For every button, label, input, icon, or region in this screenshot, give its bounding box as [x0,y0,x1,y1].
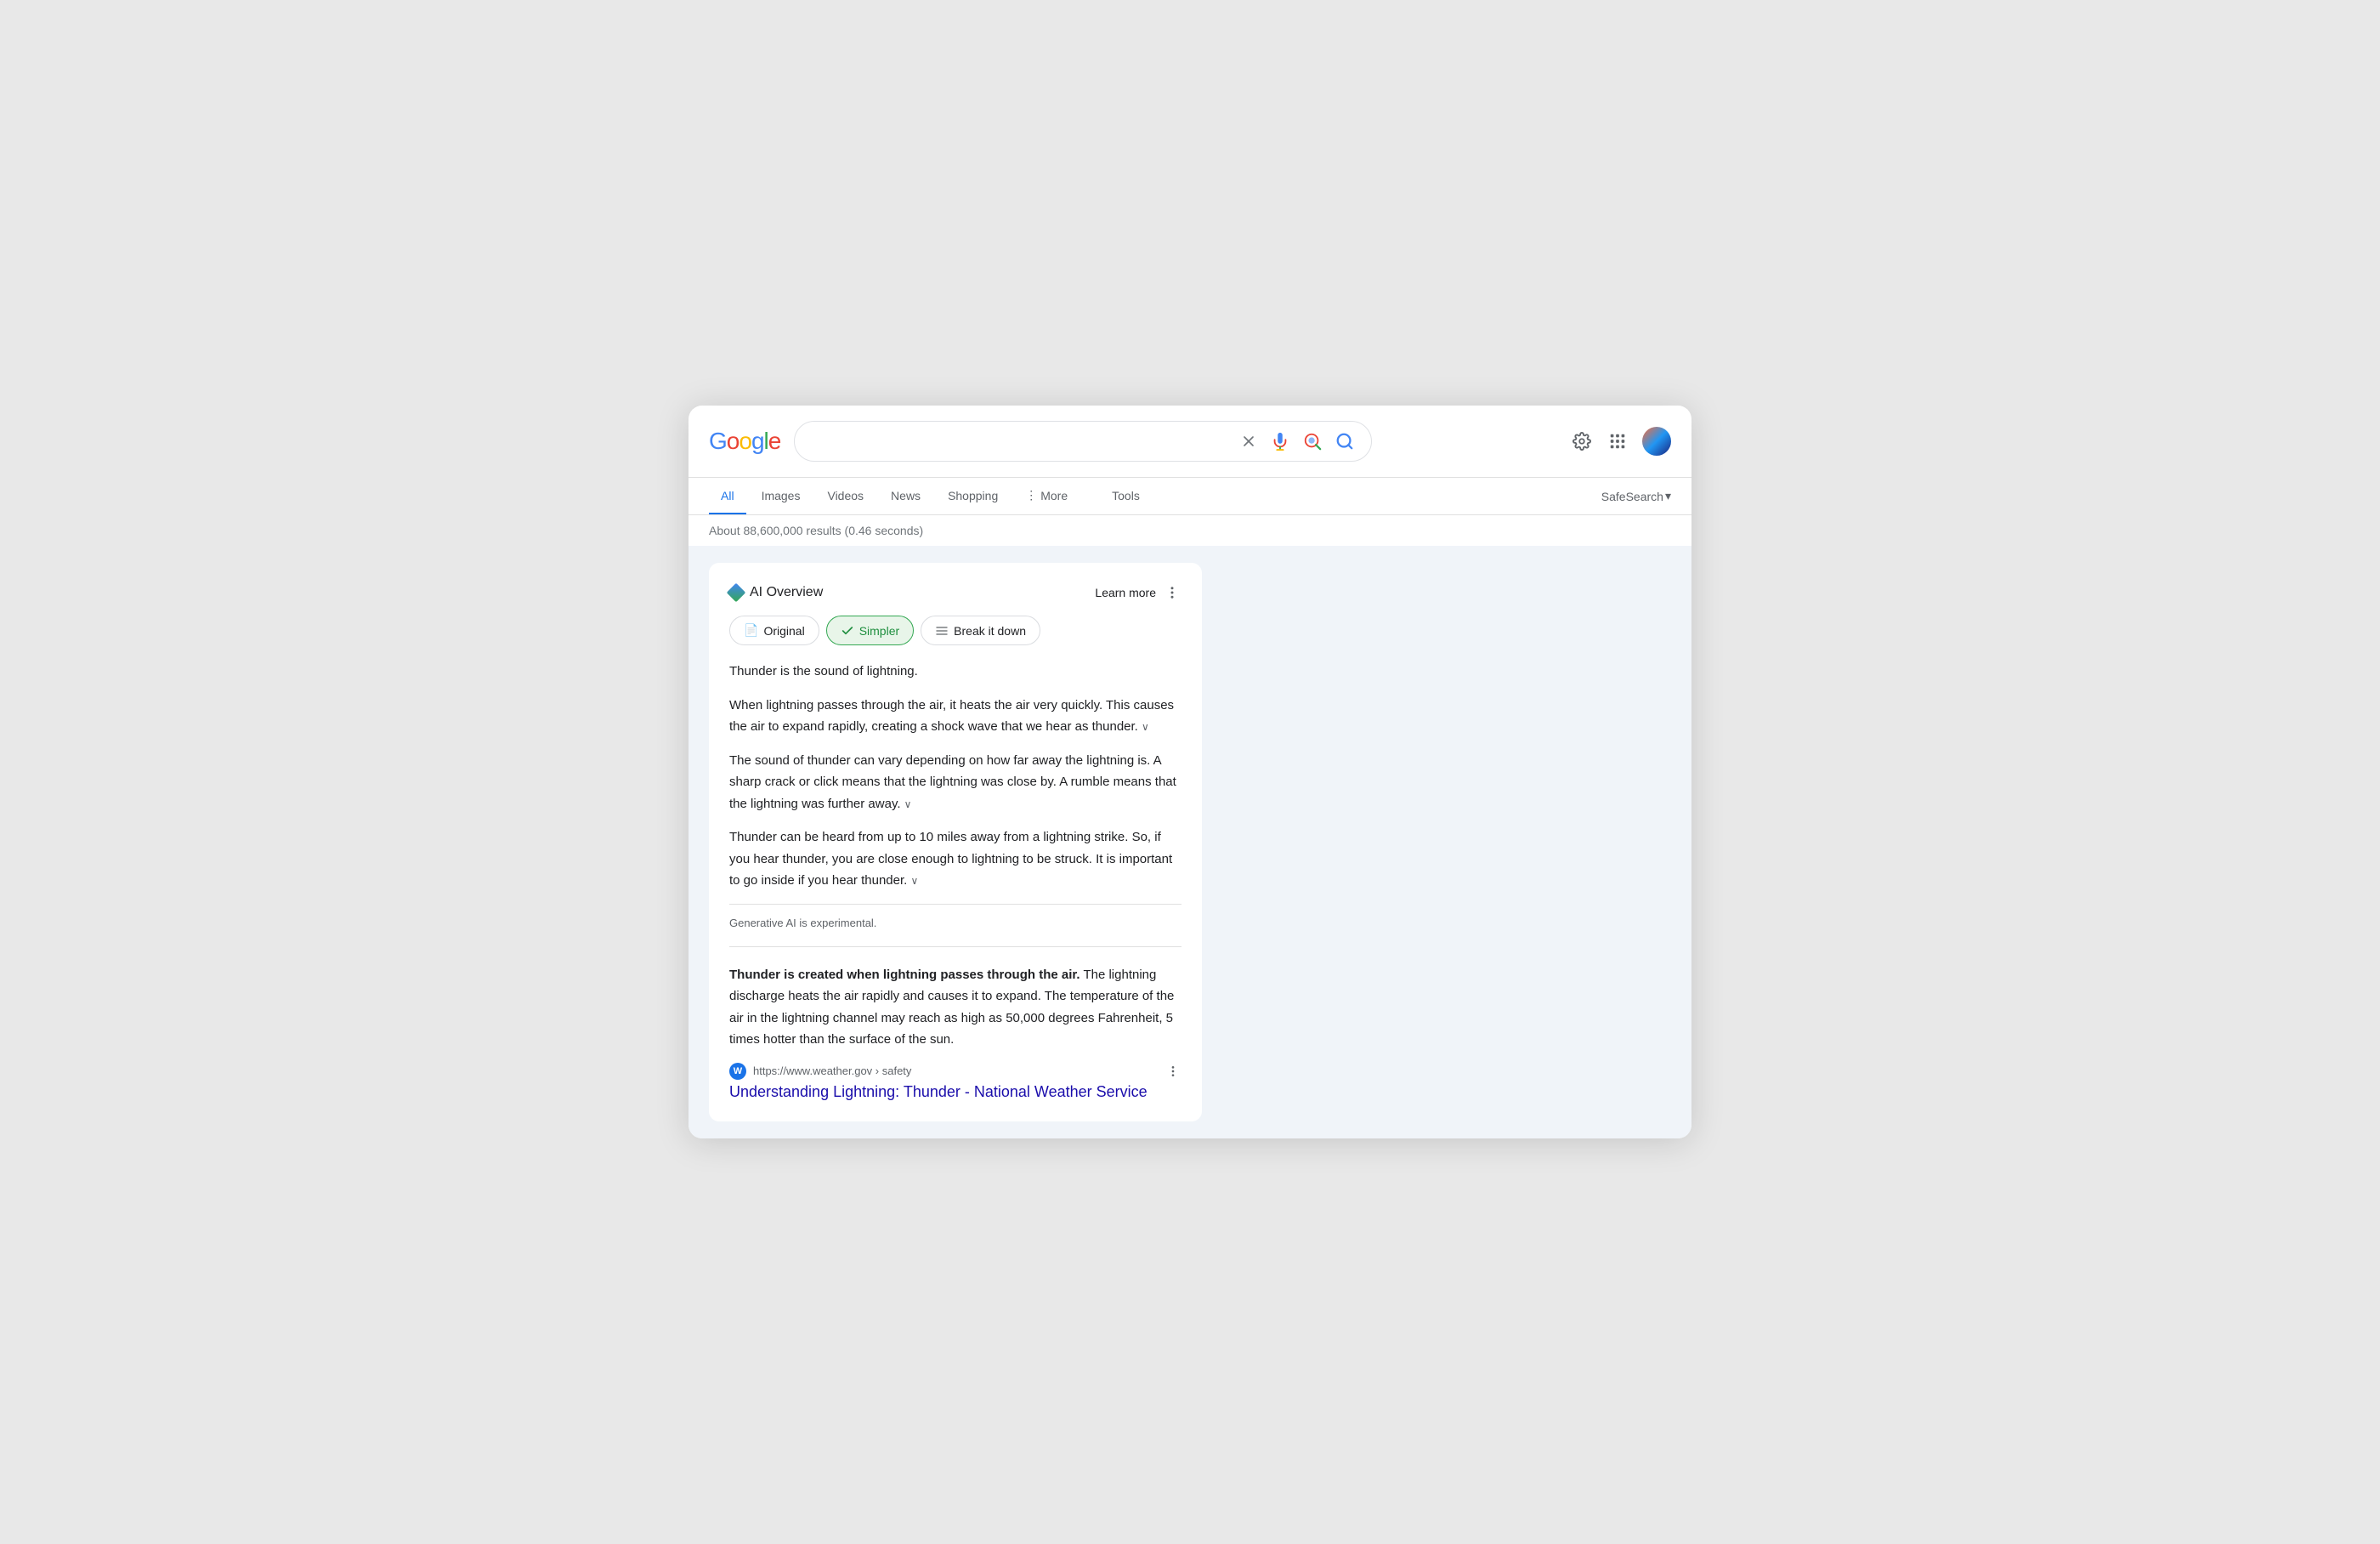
microphone-icon [1271,432,1289,451]
lens-button[interactable] [1301,430,1323,452]
avatar[interactable] [1642,427,1671,456]
settings-button[interactable] [1571,430,1593,452]
vertical-dots-icon [1164,585,1180,600]
source-url: https://www.weather.gov › safety [753,1064,911,1077]
ai-paragraph-2: When lightning passes through the air, i… [729,695,1182,738]
learn-more-link[interactable]: Learn more [1095,586,1156,599]
nav-tabs: All Images Videos News Shopping ⋮ More T… [688,478,1692,515]
search-button[interactable] [1334,430,1356,452]
apps-button[interactable] [1606,430,1629,452]
mode-original-button[interactable]: 📄 Original [729,616,819,645]
ai-paragraph-3: The sound of thunder can vary depending … [729,750,1182,815]
mode-buttons: 📄 Original Simpler Break it down [729,616,1182,645]
source-menu-button[interactable] [1164,1063,1182,1080]
ai-menu-button[interactable] [1163,583,1182,602]
ai-overview-title: AI Overview [729,585,823,600]
google-logo: Google [709,428,780,455]
source-favicon: W [729,1063,746,1080]
tab-images[interactable]: Images [750,479,813,514]
close-icon [1240,433,1257,450]
search-input[interactable]: explain the connection between lightning… [810,434,1228,449]
grid-icon [1608,432,1627,451]
ai-overview-header: AI Overview Learn more [729,583,1182,602]
expand-icon-1[interactable]: ∨ [1142,721,1149,733]
source-attribution: W https://www.weather.gov › safety [729,1063,1182,1080]
header: Google explain the connection between li… [688,406,1692,478]
ai-paragraph-4: Thunder can be heard from up to 10 miles… [729,826,1182,892]
list-icon [935,624,949,638]
mode-simpler-button[interactable]: Simpler [826,616,914,645]
safesearch[interactable]: SafeSearch ▾ [1601,489,1671,503]
tab-tools[interactable]: Tools [1100,479,1152,514]
search-icons [1238,430,1356,452]
generative-note: Generative AI is experimental. [729,904,1182,929]
ai-paragraph-1: Thunder is the sound of lightning. [729,661,1182,683]
check-icon [841,624,854,638]
expand-icon-2[interactable]: ∨ [904,798,912,810]
ai-text: Thunder is the sound of lightning. When … [729,661,1182,892]
content-area: AI Overview Learn more 📄 Original [688,546,1692,1138]
lens-icon [1303,432,1322,451]
gear-icon [1572,432,1591,451]
source-section: Thunder is created when lightning passes… [729,946,1182,1101]
more-dots-icon: ⋮ [1025,488,1037,502]
clear-button[interactable] [1238,431,1259,451]
results-count: About 88,600,000 results (0.46 seconds) [688,515,1692,546]
tab-news[interactable]: News [879,479,932,514]
tab-all[interactable]: All [709,479,746,514]
mode-break-button[interactable]: Break it down [921,616,1040,645]
tab-more[interactable]: ⋮ More [1013,478,1080,514]
source-text: Thunder is created when lightning passes… [729,964,1182,1051]
ai-overview-card: AI Overview Learn more 📄 Original [709,563,1202,1121]
source-link[interactable]: Understanding Lightning: Thunder - Natio… [729,1083,1182,1101]
tab-shopping[interactable]: Shopping [936,479,1010,514]
microphone-button[interactable] [1269,430,1291,452]
ai-actions: Learn more [1095,583,1182,602]
ai-diamond-icon [727,583,746,603]
document-icon: 📄 [744,623,758,638]
chevron-down-icon: ▾ [1665,489,1671,503]
tab-videos[interactable]: Videos [815,479,876,514]
search-bar: explain the connection between lightning… [794,421,1372,462]
expand-icon-3[interactable]: ∨ [910,875,918,887]
source-dots-icon [1166,1064,1180,1078]
search-icon [1335,432,1354,451]
browser-window: Google explain the connection between li… [688,406,1692,1138]
header-right [1571,427,1671,456]
